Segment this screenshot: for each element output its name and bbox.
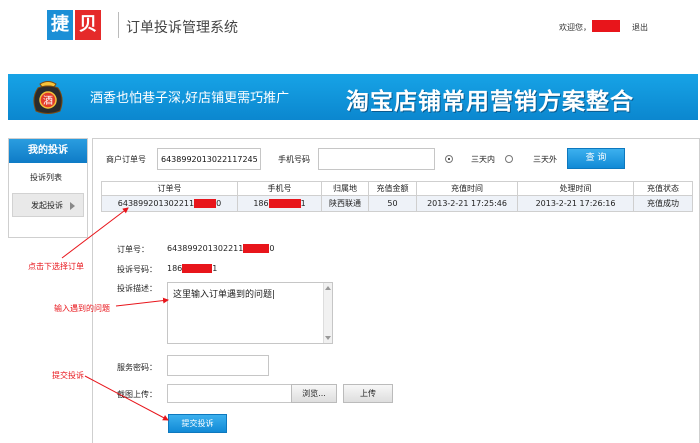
redacted-username	[592, 20, 620, 32]
upload-button[interactable]: 上传	[343, 384, 393, 403]
redacted-phone-digits	[268, 199, 301, 208]
order-number-label: 订单号：	[117, 245, 149, 254]
cell-process-time[interactable]: 2013-2-21 17:26:16	[517, 195, 634, 212]
promo-banner[interactable]: 酒 酒香也怕巷子深,好店铺更需巧推广 淘宝店铺常用营销方案整合	[8, 74, 698, 120]
app-header: 捷 贝 订单投诉管理系统 欢迎您， 退出	[0, 0, 700, 60]
description-text: 这里输入订单遇到的问题|	[173, 290, 276, 300]
order-prefix: 643899201302211	[167, 244, 244, 253]
cell-recharge-time[interactable]: 2013-2-21 17:25:46	[416, 195, 518, 212]
banner-slogan: 酒香也怕巷子深,好店铺更需巧推广	[90, 91, 290, 106]
complaint-phone-label: 投诉号码：	[117, 265, 157, 274]
wine-jar-icon: 酒	[33, 81, 63, 114]
query-button[interactable]: 查 询	[567, 148, 625, 169]
col-recharge-time: 充值时间	[416, 181, 518, 196]
radio-beyond-3-label: 三天外	[533, 155, 557, 164]
redacted-order-digits	[243, 244, 270, 253]
phone-prefix: 186	[167, 264, 183, 273]
complaint-phone-value: 186 1	[167, 264, 217, 273]
merchant-order-label: 商户订单号	[106, 155, 146, 164]
sidebar-item-new-complaint[interactable]: 发起投诉	[12, 193, 84, 217]
system-title: 订单投诉管理系统	[126, 20, 238, 36]
sidebar-item-label: 发起投诉	[31, 201, 63, 210]
col-amount: 充值金额	[368, 181, 417, 196]
col-order: 订单号	[101, 181, 238, 196]
logo: 捷 贝	[47, 10, 101, 40]
scroll-up-icon[interactable]	[325, 286, 331, 290]
phone-prefix: 186	[253, 199, 269, 208]
service-password-input[interactable]	[167, 355, 269, 376]
browse-button[interactable]: 浏览...	[291, 384, 337, 403]
sidebar-item-label: 投诉列表	[30, 173, 62, 182]
phone-suffix: 1	[300, 199, 306, 208]
phone-suffix: 1	[212, 264, 218, 273]
logo-char-1: 捷	[47, 10, 73, 40]
merchant-order-input[interactable]	[157, 148, 261, 170]
annotation-input-problem: 输入遇到的问题	[54, 304, 110, 313]
scroll-down-icon[interactable]	[325, 336, 331, 340]
chevron-right-icon	[70, 202, 75, 210]
radio-beyond-3-days[interactable]	[505, 155, 513, 163]
upload-path-input[interactable]	[167, 384, 292, 403]
order-number-value: 643899201302211 0	[167, 244, 274, 253]
logout-link[interactable]: 退出	[632, 22, 648, 33]
textarea-scrollbar[interactable]	[323, 283, 332, 343]
annotation-select-order: 点击下选择订单	[28, 262, 84, 271]
redacted-phone-digits	[182, 264, 213, 273]
cell-region[interactable]: 陕西联通	[321, 195, 369, 212]
orders-table: 订单号 手机号 归属地 充值金额 充值时间 处理时间 充值状态 64389920…	[101, 181, 693, 212]
upload-label: 截图上传：	[117, 390, 157, 399]
description-label: 投诉描述：	[117, 284, 157, 293]
cell-amount[interactable]: 50	[368, 195, 417, 212]
order-suffix: 0	[216, 199, 222, 208]
cell-status[interactable]: 充值成功	[633, 195, 693, 212]
col-region: 归属地	[321, 181, 369, 196]
main-panel: 商户订单号 手机号码 三天内 三天外 查 询 订单号 手机号 归属地 充值金额 …	[92, 138, 700, 443]
submit-complaint-button[interactable]: 提交投诉	[168, 414, 227, 433]
cell-order[interactable]: 643899201302211 0	[101, 195, 238, 212]
cell-phone[interactable]: 186 1	[237, 195, 322, 212]
col-status: 充值状态	[633, 181, 693, 196]
jar-label: 酒	[43, 95, 53, 107]
sidebar-title: 我的投诉	[9, 139, 87, 163]
radio-within-3-days[interactable]	[445, 155, 453, 163]
sidebar: 我的投诉 投诉列表 发起投诉	[8, 138, 88, 238]
banner-title: 淘宝店铺常用营销方案整合	[346, 89, 634, 115]
description-textarea[interactable]: 这里输入订单遇到的问题|	[167, 282, 333, 344]
order-prefix: 643899201302211	[117, 199, 195, 208]
order-suffix: 0	[269, 244, 275, 253]
service-password-label: 服务密码：	[117, 363, 157, 372]
annotation-submit: 提交投诉	[52, 371, 84, 380]
sidebar-item-complaint-list[interactable]: 投诉列表	[12, 166, 84, 190]
col-process-time: 处理时间	[517, 181, 634, 196]
phone-input[interactable]	[318, 148, 435, 170]
logo-char-2: 贝	[75, 10, 101, 40]
welcome-text: 欢迎您，	[559, 23, 591, 32]
col-phone: 手机号	[237, 181, 322, 196]
title-divider	[118, 12, 119, 38]
radio-within-3-label: 三天内	[471, 155, 495, 164]
table-header-row: 订单号 手机号 归属地 充值金额 充值时间 处理时间 充值状态	[101, 181, 693, 196]
table-row[interactable]: 643899201302211 0 186 1 陕西联通 50 2013-2-21 …	[101, 195, 693, 212]
phone-label: 手机号码	[278, 155, 310, 164]
redacted-order-digits	[194, 199, 217, 208]
